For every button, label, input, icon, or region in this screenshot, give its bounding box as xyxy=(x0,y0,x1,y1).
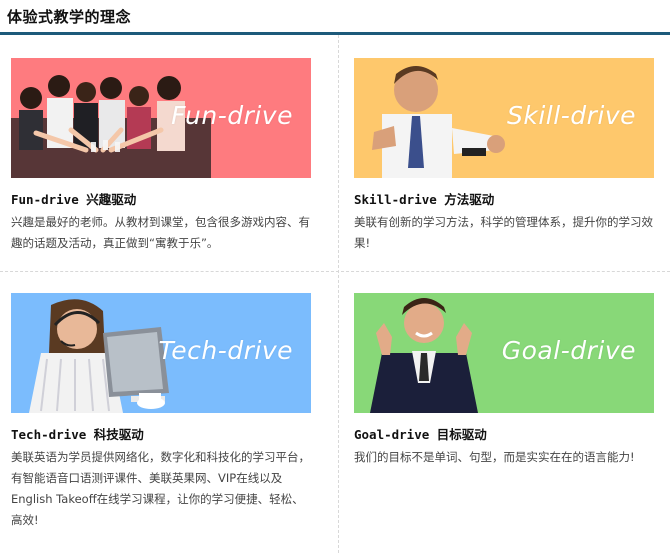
vertical-divider xyxy=(338,35,339,553)
banner-fun-drive[interactable]: Fun-drive xyxy=(11,58,311,178)
card-description: 美联有创新的学习方法，科学的管理体系，提升你的学习效果! xyxy=(354,215,653,250)
banner-goal-drive[interactable]: Goal-drive xyxy=(354,293,654,413)
card-title: Skill-drive 方法驱动 xyxy=(354,192,495,207)
card-fun-drive: Fun-drive Fun-drive 兴趣驱动 兴趣是最好的老师。从教材到课堂… xyxy=(11,58,321,254)
card-title: Goal-drive 目标驱动 xyxy=(354,427,487,442)
card-skill-drive: Skill-drive Skill-drive 方法驱动 美联有创新的学习方法，… xyxy=(354,58,664,254)
card-description: 兴趣是最好的老师。从教材到课堂，包含很多游戏内容、有趣的话题及活动，真正做到“寓… xyxy=(11,215,310,250)
teaching-concept-grid: Fun-drive Fun-drive 兴趣驱动 兴趣是最好的老师。从教材到课堂… xyxy=(0,35,670,553)
banner-label: Skill-drive xyxy=(507,101,636,130)
card-title: Tech-drive 科技驱动 xyxy=(11,427,144,442)
section-header: 体验式教学的理念 xyxy=(0,0,670,35)
card-description: 美联英语为学员提供网络化，数字化和科技化的学习平台， 有智能语音口语测评课件、美… xyxy=(11,450,310,527)
card-description: 我们的目标不是单词、句型，而是实实在在的语言能力! xyxy=(354,450,635,464)
banner-tech-drive[interactable]: Tech-drive xyxy=(11,293,311,413)
card-tech-drive: Tech-drive Tech-drive 科技驱动 美联英语为学员提供网络化，… xyxy=(11,293,321,531)
banner-skill-drive[interactable]: Skill-drive xyxy=(354,58,654,178)
horizontal-divider xyxy=(0,271,670,272)
banner-label: Tech-drive xyxy=(158,336,293,365)
card-title: Fun-drive 兴趣驱动 xyxy=(11,192,137,207)
banner-label: Fun-drive xyxy=(171,101,293,130)
section-title: 体验式教学的理念 xyxy=(7,8,132,26)
card-goal-drive: Goal-drive Goal-drive 目标驱动 我们的目标不是单词、句型，… xyxy=(354,293,664,468)
banner-label: Goal-drive xyxy=(501,336,636,365)
